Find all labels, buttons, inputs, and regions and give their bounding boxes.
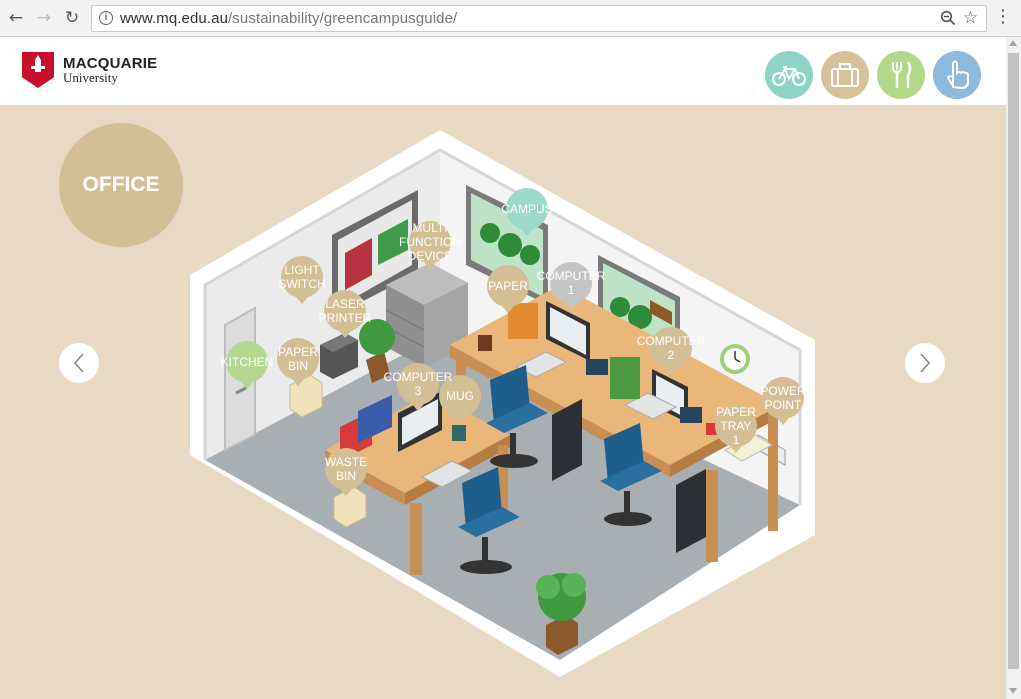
hotspot-campus[interactable]: CAMPUS (501, 188, 553, 236)
hotspot-computer-3[interactable]: COMPUTER 3 (384, 363, 452, 411)
hotspot-label: MUG (446, 389, 474, 403)
hotspot-paper-bin[interactable]: PAPER BIN (277, 338, 319, 386)
cutlery-icon[interactable] (877, 51, 925, 99)
office-scene: OFFICE CAMPUS MULTI FUNCTION DEVICE LIGH… (0, 105, 1006, 699)
hotspot-laser-printer[interactable]: LASER PRINTER (319, 290, 371, 338)
address-bar[interactable]: i www.mq.edu.au/sustainability/greencamp… (91, 5, 987, 32)
chevron-left-icon (73, 353, 84, 373)
hotspot-label: PAPER TRAY 1 (716, 405, 756, 447)
hand-pointer-icon[interactable] (933, 51, 981, 99)
back-arrow-icon[interactable]: ← (6, 8, 26, 28)
briefcase-icon[interactable] (821, 51, 869, 99)
bicycle-icon[interactable] (765, 51, 813, 99)
reload-icon[interactable]: ↻ (62, 8, 82, 28)
hotspot-label: POWER POINT (760, 384, 806, 412)
scroll-down-arrow-icon[interactable] (1009, 688, 1017, 694)
url-text[interactable]: www.mq.edu.au/sustainability/greencampus… (120, 10, 457, 27)
hotspot-label: COMPUTER 3 (383, 370, 453, 398)
hotspot-computer-2[interactable]: COMPUTER 2 (637, 327, 705, 375)
office-illustration (190, 130, 815, 677)
info-icon[interactable]: i (99, 11, 113, 25)
hotspot-label: MULTI FUNCTION DEVICE (399, 221, 461, 263)
forward-arrow-icon[interactable]: → (34, 8, 54, 28)
hotspot-label: PAPER (488, 279, 528, 293)
scroll-up-arrow-icon[interactable] (1009, 40, 1017, 46)
hotspot-power-point[interactable]: POWER POINT (760, 377, 806, 425)
logo-line2: University (63, 70, 118, 85)
hotspot-label: PAPER BIN (278, 345, 318, 373)
url-host: www.mq.edu.au (120, 10, 229, 27)
page-scrollbar[interactable] (1006, 37, 1021, 699)
zoom-icon[interactable] (940, 10, 956, 29)
bookmark-star-icon[interactable]: ☆ (963, 8, 978, 28)
site-header: MACQUARIE University (0, 37, 1006, 105)
hotspot-label: LASER PRINTER (318, 297, 372, 325)
hotspot-paper-tray-1[interactable]: PAPER TRAY 1 (715, 405, 757, 453)
hotspot-label: COMPUTER 2 (636, 334, 706, 362)
hotspot-label: CAMPUS (501, 202, 553, 216)
browser-toolbar: ← → ↻ i www.mq.edu.au/sustainability/gre… (0, 0, 1021, 37)
url-path: /sustainability/greencampusguide/ (228, 10, 458, 27)
hotspot-multi-function-device[interactable]: MULTI FUNCTION DEVICE (399, 221, 461, 269)
shield-logo-icon (22, 52, 54, 88)
browser-menu-icon[interactable]: ⋮ (994, 8, 1012, 26)
hotspot-light-switch[interactable]: LIGHT SWITCH (278, 256, 326, 304)
hotspot-label: WASTE BIN (324, 455, 368, 483)
hotspot-label: LIGHT SWITCH (278, 263, 326, 291)
hotspot-waste-bin[interactable]: WASTE BIN (324, 448, 368, 496)
hotspot-label: COMPUTER 1 (536, 269, 606, 297)
hotspot-kitchen[interactable]: KITCHEN (221, 341, 273, 389)
hotspot-computer-1[interactable]: COMPUTER 1 (537, 262, 605, 310)
scrollbar-thumb[interactable] (1008, 53, 1019, 669)
hotspot-paper[interactable]: PAPER (487, 265, 529, 313)
chevron-right-icon (920, 353, 931, 373)
hotspot-label: KITCHEN (220, 355, 274, 369)
next-room-button[interactable] (905, 343, 945, 383)
previous-room-button[interactable] (59, 343, 99, 383)
